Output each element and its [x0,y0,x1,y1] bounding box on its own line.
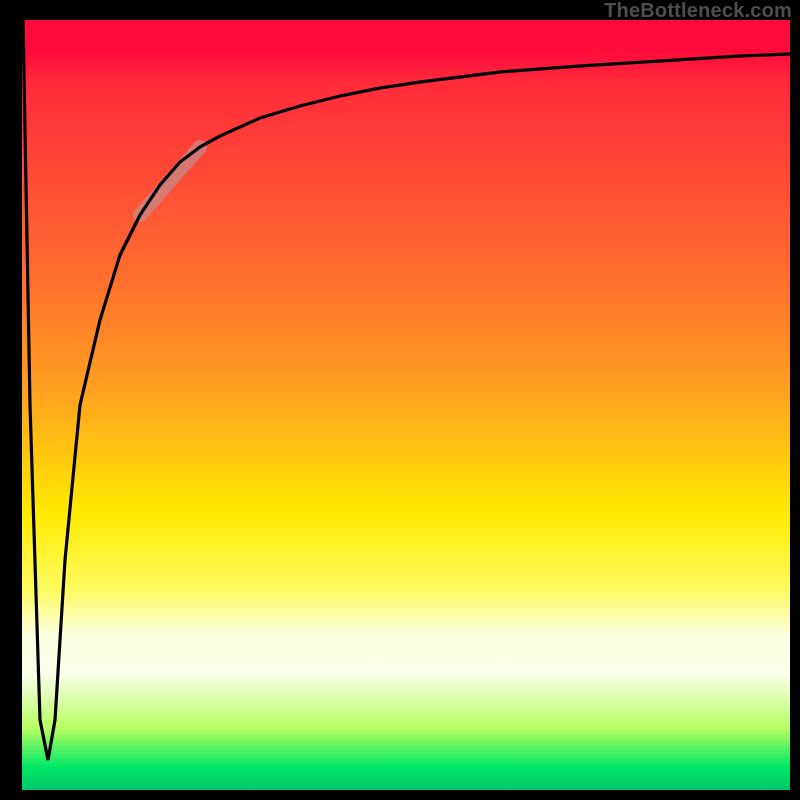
chart-frame: TheBottleneck.com [0,0,800,800]
plot-area [20,20,790,790]
curve-layer [20,20,790,790]
bottleneck-curve [23,20,790,760]
highlight-segment [140,147,200,215]
watermark-text: TheBottleneck.com [604,0,792,23]
bottleneck-curve-overlay [120,136,220,255]
x-axis [18,790,794,794]
